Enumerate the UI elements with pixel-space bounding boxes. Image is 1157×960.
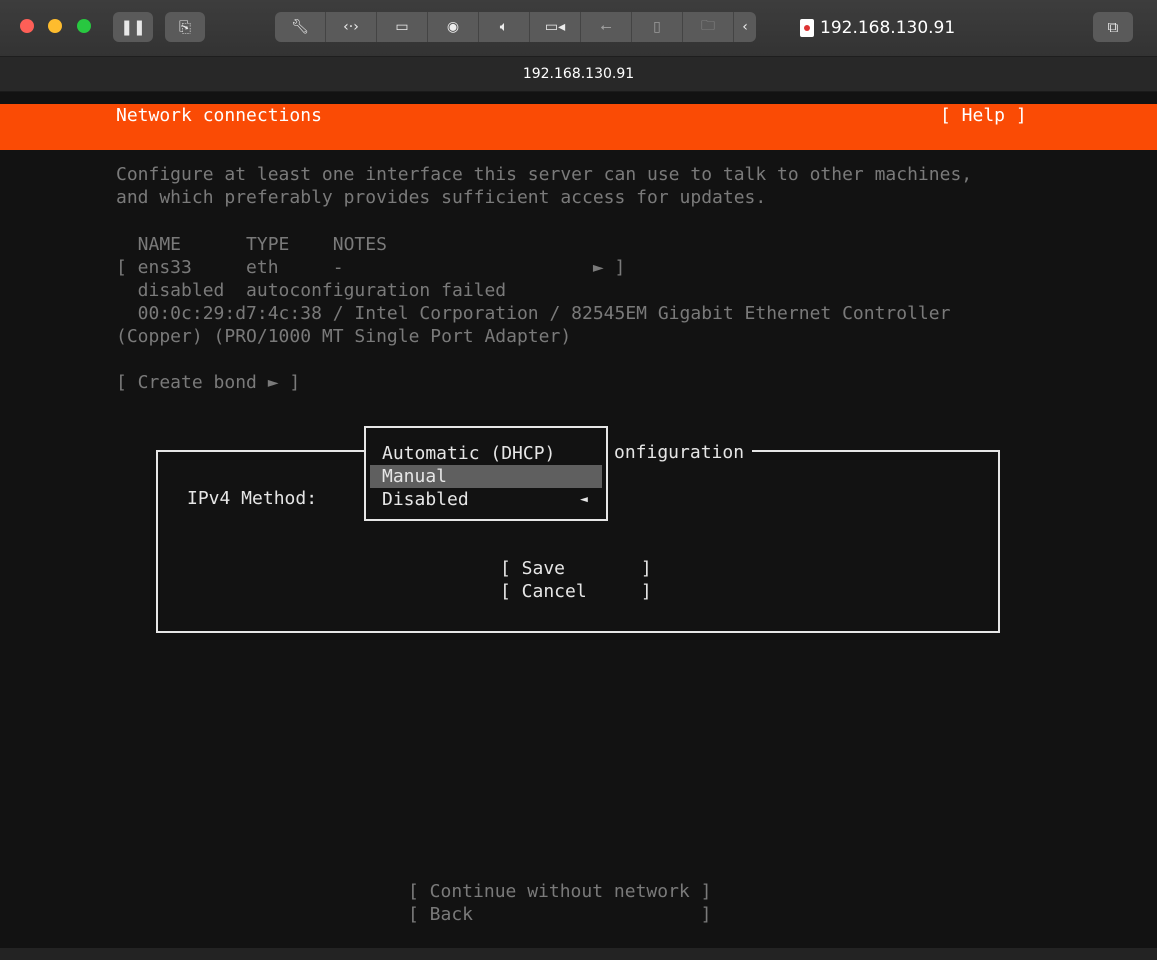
shared-folder-icon: 🗀︎ (701, 18, 715, 34)
option-manual[interactable]: Manual (370, 465, 602, 488)
windows-icon: ⧉ (1107, 18, 1119, 36)
video-camera-icon: ▭◂ (544, 19, 566, 35)
create-bond-button[interactable]: [ Create bond ► ] (116, 371, 300, 394)
option-automatic-dhcp[interactable]: Automatic (DHCP) (370, 442, 602, 465)
close-window-button[interactable] (20, 19, 34, 33)
cancel-button[interactable]: [ Cancel ] (500, 580, 652, 603)
snapshot-icon: ⎘ (178, 18, 191, 36)
back-button[interactable]: [ Back ] (408, 903, 711, 926)
window-bottom-edge (0, 948, 1157, 960)
snapshot-button[interactable]: ⎘ (165, 12, 205, 42)
minimize-window-button[interactable] (48, 19, 62, 33)
mouse-button[interactable]: ▯ (632, 12, 683, 42)
ipv4-method-label: IPv4 Method: (187, 488, 318, 509)
usb-button[interactable]: ⭠ (581, 12, 632, 42)
shared-folder-button[interactable]: 🗀︎ (683, 12, 734, 42)
intro-text-line-1: Configure at least one interface this se… (116, 164, 973, 185)
hard-disk-icon: ▭ (395, 19, 409, 35)
vm-console-screen[interactable]: Network connections [ Help ] Configure a… (0, 92, 1157, 948)
interface-status: disabled autoconfiguration failed (116, 280, 507, 301)
sound-button[interactable]: 🔈︎ (479, 12, 530, 42)
video-button[interactable]: ▭◂ (530, 12, 581, 42)
mouse-icon: ▯ (653, 19, 661, 35)
tab-title[interactable]: 192.168.130.91 (523, 66, 634, 82)
camera-icon: ◉ (446, 19, 460, 35)
collapse-toolbar-button[interactable]: ‹ (734, 12, 756, 42)
usb-icon: ⭠ (600, 19, 612, 35)
maximize-window-button[interactable] (77, 19, 91, 33)
intro-text-line-2: and which preferably provides sufficient… (116, 187, 767, 208)
show-windows-button[interactable]: ⧉ (1093, 12, 1133, 42)
settings-button[interactable]: 🔧︎ (275, 12, 326, 42)
option-disabled[interactable]: Disabled (370, 488, 602, 511)
help-button[interactable]: [ Help ] (940, 104, 1027, 127)
interface-row-ens33[interactable]: [ ens33 eth - ► ] (116, 256, 625, 279)
chevron-left-icon: ‹ (742, 19, 748, 35)
window-title-text: 192.168.130.91 (820, 18, 956, 38)
ipv4-method-dropdown: Automatic (DHCP) Manual Disabled ◄ (364, 426, 608, 521)
wrench-icon: 🔧︎ (291, 19, 309, 35)
vm-device-toolbar: 🔧︎ ‹·› ▭ ◉ 🔈︎ ▭◂ ⭠ ▯ 🗀︎ ‹ (275, 12, 756, 42)
current-selection-arrow-icon: ◄ (580, 492, 588, 507)
page-title: Network connections (116, 105, 322, 126)
pause-icon: ❚❚ (120, 18, 146, 36)
disk-button[interactable]: ▭ (377, 12, 428, 42)
window-title: 192.168.130.91 (800, 17, 955, 39)
interfaces-table-header: NAME TYPE NOTES (116, 234, 387, 255)
dialog-title: onfiguration (606, 441, 753, 464)
window-titlebar: ❚❚ ⎘ 🔧︎ ‹·› ▭ ◉ 🔈︎ ▭◂ ⭠ ▯ 🗀︎ ‹ 192.168.1… (0, 0, 1157, 57)
network-arrows-icon: ‹·› (343, 19, 359, 35)
continue-without-network-button[interactable]: [ Continue without network ] (408, 880, 711, 903)
camera-button[interactable]: ◉ (428, 12, 479, 42)
interface-device-info-2: (Copper) (PRO/1000 MT Single Port Adapte… (116, 326, 572, 347)
pause-button[interactable]: ❚❚ (113, 12, 153, 42)
interface-device-info-1: 00:0c:29:d7:4c:38 / Intel Corporation / … (116, 303, 951, 324)
speaker-icon: 🔈︎ (499, 19, 509, 35)
vm-document-icon (800, 19, 814, 37)
network-button[interactable]: ‹·› (326, 12, 377, 42)
save-button[interactable]: [ Save ] (500, 557, 652, 580)
tab-bar: 192.168.130.91 (0, 57, 1157, 92)
